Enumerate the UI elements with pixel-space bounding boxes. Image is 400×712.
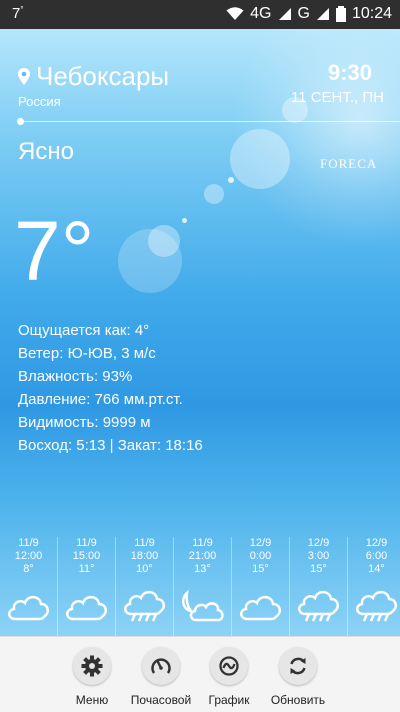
- foreca-logo: FORECA: [320, 156, 378, 171]
- menu-label: Меню: [75, 693, 109, 707]
- hourly-button-circle: [142, 647, 180, 685]
- country-name: Россия: [18, 94, 61, 109]
- gauge-icon: [151, 658, 171, 674]
- cloud-icon: [8, 595, 50, 621]
- cloud-rain-icon: [356, 590, 398, 622]
- forecast-time: 21:00: [188, 550, 217, 562]
- forecast-time: 18:00: [130, 550, 159, 562]
- refresh-label: Обновить: [270, 693, 326, 707]
- refresh-button-circle: [279, 647, 317, 685]
- lens-flare: [204, 184, 224, 204]
- forecast-date: 11/9: [134, 537, 155, 549]
- feels-like: Ощущается как: 4°: [18, 322, 150, 339]
- forecast-temp: 11°: [78, 563, 95, 575]
- forecast-strip[interactable]: 11/9 12:00 8° 11/9 15:00 11° 11/9 18:00 …: [0, 537, 400, 636]
- forecast-temp: 13°: [194, 563, 211, 575]
- graph-button[interactable]: График: [189, 647, 269, 707]
- lens-flare: [228, 177, 234, 183]
- forecast-item[interactable]: 11/9 12:00 8°: [0, 537, 58, 636]
- forecast-temp: 15°: [252, 563, 269, 575]
- menu-button-circle: [73, 647, 111, 685]
- bottom-toolbar: Меню Почасовой График Обновить: [0, 636, 400, 712]
- status-temp: 7°: [12, 5, 24, 22]
- forecast-date: 12/9: [365, 537, 388, 549]
- forecast-time: 6:00: [365, 550, 388, 562]
- network-type: 4G: [250, 5, 272, 22]
- local-date: 11 СЕНТ., ПН: [290, 89, 384, 106]
- page-indicator-dot: [17, 118, 24, 125]
- forecast-date: 11/9: [76, 537, 97, 549]
- moon-cloud-icon: [182, 590, 224, 622]
- forecast-temp: 15°: [310, 563, 327, 575]
- weather-details: Ощущается как: 4° Ветер: Ю-ЮВ, 3 м/с Вла…: [18, 319, 203, 457]
- forecast-time: 15:00: [72, 550, 101, 562]
- local-time: 9:30: [327, 60, 372, 85]
- forecast-temp: 10°: [136, 563, 153, 575]
- battery-icon: [335, 6, 346, 22]
- refresh-icon: [290, 657, 306, 675]
- forecast-date: 11/9: [18, 537, 39, 549]
- forecast-item[interactable]: 11/9 15:00 11°: [58, 537, 116, 636]
- forecast-item[interactable]: 11/9 18:00 10°: [116, 537, 174, 636]
- cloud-rain-icon: [124, 590, 166, 622]
- forecast-item[interactable]: 12/9 3:00 15°: [290, 537, 348, 636]
- wind: Ветер: Ю-ЮВ, 3 м/с: [18, 345, 156, 362]
- forecast-temp: 8°: [23, 563, 34, 575]
- signal-icon-2: [316, 8, 329, 20]
- gear-icon: [81, 655, 103, 677]
- lens-flare: [148, 225, 180, 257]
- forecast-time: 0:00: [249, 550, 272, 562]
- menu-button[interactable]: Меню: [52, 647, 132, 707]
- lens-flare: [182, 218, 187, 223]
- graph-button-circle: [210, 647, 248, 685]
- pressure: Давление: 766 мм.рт.ст.: [18, 391, 183, 408]
- chart-icon: [219, 656, 239, 676]
- forecast-item[interactable]: 12/9 6:00 14°: [348, 537, 400, 636]
- forecast-time: 12:00: [14, 550, 43, 562]
- forecast-time: 3:00: [307, 550, 330, 562]
- location-pin-icon: [18, 68, 30, 85]
- wifi-icon: [226, 7, 244, 20]
- location[interactable]: Чебоксары: [18, 61, 169, 92]
- forecast-temp: 14°: [368, 563, 385, 575]
- cloud-icon: [66, 595, 108, 621]
- forecast-item[interactable]: 12/9 0:00 15°: [232, 537, 290, 636]
- forecast-item[interactable]: 11/9 21:00 13°: [174, 537, 232, 636]
- city-name: Чебоксары: [36, 61, 170, 91]
- status-bar: 7° 4G G 10:24: [0, 0, 400, 29]
- refresh-button[interactable]: Обновить: [258, 647, 338, 707]
- lens-flare: [230, 129, 290, 189]
- cloud-icon: [240, 595, 282, 621]
- network-type-2: G: [297, 5, 310, 22]
- graph-label: График: [208, 693, 250, 707]
- current-temperature: 7°: [14, 204, 95, 298]
- forecast-date: 11/9: [192, 537, 213, 549]
- sunrise-sunset: Восход: 5:13 | Закат: 18:16: [18, 437, 203, 454]
- visibility: Видимость: 9999 м: [18, 414, 151, 431]
- humidity: Влажность: 93%: [18, 368, 133, 385]
- divider-line: [20, 121, 400, 122]
- signal-icon: [278, 8, 291, 20]
- forecast-date: 12/9: [307, 537, 330, 549]
- condition-text: Ясно: [18, 138, 74, 165]
- forecast-date: 12/9: [249, 537, 272, 549]
- status-clock: 10:24: [351, 5, 392, 22]
- cloud-rain-icon: [298, 590, 340, 622]
